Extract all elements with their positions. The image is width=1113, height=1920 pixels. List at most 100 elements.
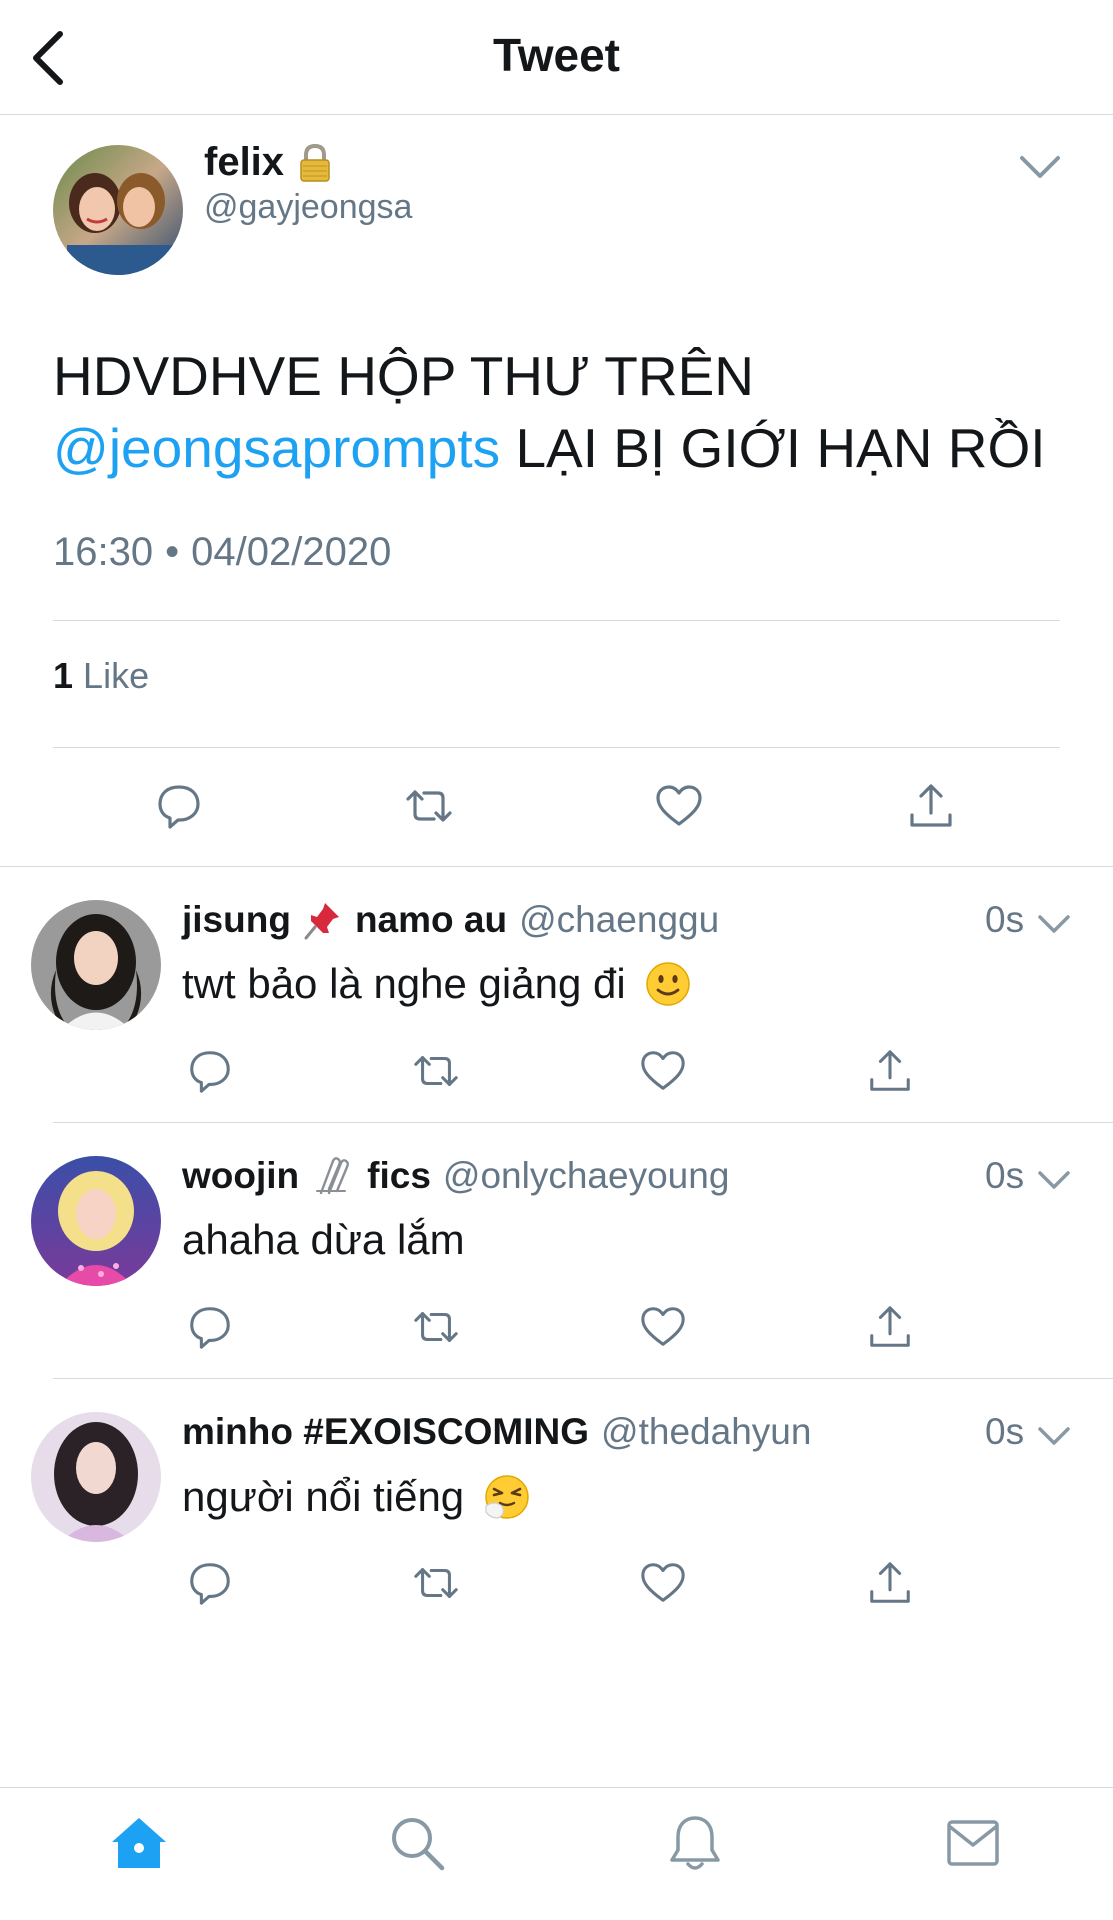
mention-link[interactable]: @jeongsaprompts	[53, 417, 500, 479]
divider	[53, 747, 1060, 748]
reply-options-button[interactable]	[1037, 1167, 1071, 1193]
reply-button[interactable]	[186, 1047, 234, 1095]
reply-author-name-suffix[interactable]: namo au	[355, 899, 507, 941]
reply-avatar[interactable]	[31, 1156, 161, 1286]
reply-options-button[interactable]	[1037, 911, 1071, 937]
home-icon	[112, 1818, 166, 1868]
retweet-button[interactable]	[412, 1303, 460, 1351]
reply-header: jisung namo au @chaenggu	[182, 895, 719, 945]
reply-text-row: người nổi tiếng	[182, 1472, 532, 1522]
chevron-down-icon	[1038, 1171, 1070, 1189]
reply-button[interactable]	[186, 1303, 234, 1351]
reply-text: twt bảo là nghe giảng đi	[182, 960, 626, 1007]
tweet-timestamp: 16:30 • 04/02/2020	[53, 530, 391, 575]
chevron-down-icon	[1038, 1427, 1070, 1445]
timestamp-separator: •	[165, 530, 180, 574]
reply-time: 0s	[985, 1155, 1025, 1196]
share-button[interactable]	[866, 1047, 914, 1095]
reply-avatar[interactable]	[31, 1412, 161, 1542]
sneezing-face-icon	[482, 1472, 532, 1522]
avatar-image	[31, 1156, 161, 1286]
author-name-row[interactable]: felix	[204, 140, 332, 185]
slightly-smiling-face-icon	[644, 960, 692, 1008]
reply-options-button[interactable]	[1037, 1423, 1071, 1449]
paperclips-icon	[311, 1155, 355, 1197]
likes-label: Like	[83, 655, 150, 696]
like-button[interactable]	[639, 1047, 687, 1095]
reply-author-name-suffix[interactable]: fics	[367, 1155, 431, 1197]
avatar-image	[53, 145, 183, 275]
share-icon	[870, 1306, 910, 1347]
bottom-tab-bar	[0, 1787, 1113, 1920]
reply-time: 0s	[985, 1411, 1025, 1452]
reply-tweet[interactable]: minho #EXOISCOMING @thedahyun 0s người n…	[0, 1379, 1113, 1635]
retweet-icon	[414, 1056, 458, 1086]
tab-notifications[interactable]	[664, 1812, 726, 1874]
heart-icon	[656, 785, 702, 826]
reply-text: người nổi tiếng	[182, 1473, 465, 1520]
heart-icon	[641, 1307, 685, 1346]
reply-time: 0s	[985, 899, 1025, 940]
share-button[interactable]	[866, 1303, 914, 1351]
reply-author-name[interactable]: jisung	[182, 899, 291, 941]
reply-author-name[interactable]: woojin	[182, 1155, 299, 1197]
reply-button[interactable]	[154, 781, 204, 831]
reply-text: ahaha dừa lắm	[182, 1216, 465, 1263]
share-button[interactable]	[866, 1559, 914, 1607]
reply-icon	[190, 1307, 230, 1349]
retweet-icon	[414, 1568, 458, 1598]
reply-icon	[158, 785, 200, 829]
top-navigation-bar: Tweet	[0, 0, 1113, 115]
likes-count: 1	[53, 655, 74, 696]
search-icon	[392, 1818, 445, 1871]
tab-search[interactable]	[386, 1812, 448, 1874]
heart-icon	[641, 1051, 685, 1090]
share-button[interactable]	[906, 781, 956, 831]
reply-header: minho #EXOISCOMING @thedahyun	[182, 1407, 811, 1457]
avatar-image	[31, 900, 161, 1030]
author-name: felix	[204, 140, 285, 184]
heart-icon	[641, 1563, 685, 1602]
bell-icon	[670, 1816, 720, 1870]
lock-icon	[298, 143, 332, 183]
share-icon	[870, 1050, 910, 1091]
author-handle[interactable]: @gayjeongsa	[204, 188, 412, 227]
reply-avatar[interactable]	[31, 900, 161, 1030]
retweet-button[interactable]	[412, 1047, 460, 1095]
page-title: Tweet	[493, 29, 620, 81]
retweet-button[interactable]	[412, 1559, 460, 1607]
tab-messages[interactable]	[942, 1812, 1004, 1874]
divider	[53, 620, 1060, 621]
tweet-text-part1: HDVDHVE HỘP THƯ TRÊN	[53, 345, 754, 407]
reply-author-handle[interactable]: @onlychaeyoung	[443, 1155, 729, 1197]
share-icon	[910, 784, 952, 827]
retweet-icon	[406, 790, 452, 822]
reply-tweet[interactable]: jisung namo au @chaenggu 0s twt bảo là n…	[0, 867, 1113, 1123]
reply-author-handle[interactable]: @chaenggu	[519, 899, 719, 941]
reply-text-row: twt bảo là nghe giảng đi	[182, 960, 692, 1008]
likes-summary[interactable]: 1 Like	[53, 655, 149, 697]
like-button[interactable]	[639, 1303, 687, 1351]
reply-author-name[interactable]: minho #EXOISCOMING	[182, 1411, 589, 1453]
tweet-text-part2: LẠI BỊ GIỚI HẠN RỒI	[515, 417, 1046, 479]
reply-author-handle[interactable]: @thedahyun	[601, 1411, 811, 1453]
mail-icon	[947, 1820, 999, 1866]
reply-header: woojin fics @onlychaeyoung	[182, 1151, 729, 1201]
tweet-options-button[interactable]	[1018, 150, 1062, 184]
retweet-button[interactable]	[404, 781, 454, 831]
reply-button[interactable]	[186, 1559, 234, 1607]
tab-home[interactable]	[108, 1812, 170, 1874]
chevron-down-icon	[1038, 915, 1070, 933]
reply-text-row: ahaha dừa lắm	[182, 1216, 465, 1264]
like-button[interactable]	[654, 781, 704, 831]
share-icon	[870, 1562, 910, 1603]
author-avatar[interactable]	[53, 145, 183, 275]
tweet-text: HDVDHVE HỘP THƯ TRÊN @jeongsaprompts LẠI…	[53, 340, 1053, 484]
like-button[interactable]	[639, 1559, 687, 1607]
reply-icon	[190, 1563, 230, 1605]
reply-tweet[interactable]: woojin fics @onlychaeyoung 0s ahaha dừa …	[0, 1123, 1113, 1379]
chevron-down-icon	[1020, 156, 1060, 178]
tweet-time: 16:30	[53, 530, 154, 574]
avatar-image	[31, 1412, 161, 1542]
retweet-icon	[414, 1312, 458, 1342]
